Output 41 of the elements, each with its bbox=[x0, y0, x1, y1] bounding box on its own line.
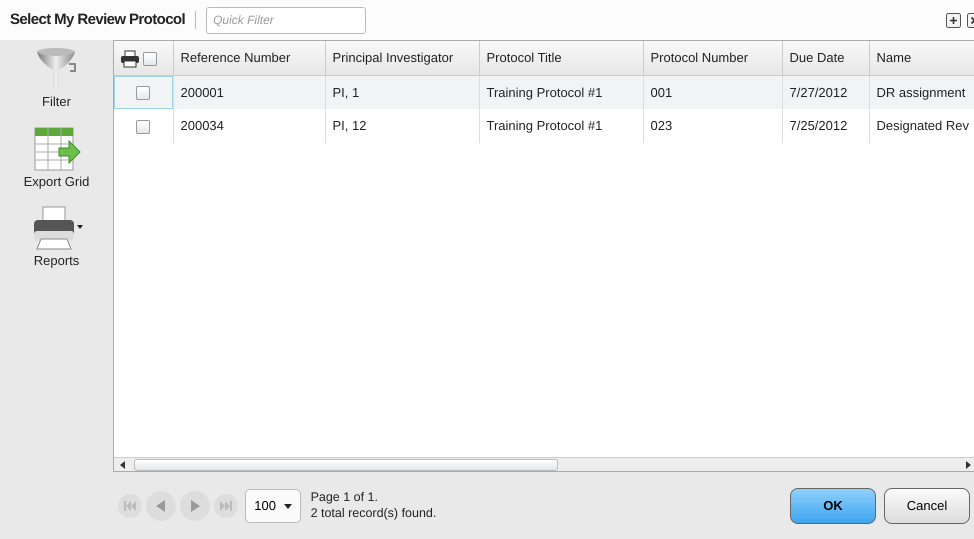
table-cell: 200001 bbox=[180, 84, 224, 100]
dialog-title: Select My Review Protocol bbox=[10, 10, 186, 30]
right-triangle-icon bbox=[188, 500, 202, 512]
page-size-select[interactable]: 100 bbox=[245, 488, 301, 522]
table-cell: 023 bbox=[650, 118, 672, 134]
print-icon[interactable] bbox=[120, 50, 140, 68]
scroll-right-icon[interactable] bbox=[966, 460, 972, 468]
page-info-text: Page 1 of 1. bbox=[310, 490, 379, 506]
skip-forward-icon bbox=[219, 500, 233, 512]
column-header[interactable]: Name bbox=[876, 50, 912, 65]
table-cell: 7/25/2012 bbox=[790, 118, 848, 133]
last-page-button[interactable] bbox=[214, 494, 238, 518]
quick-filter-field[interactable]: Quick Filter bbox=[206, 6, 366, 34]
row-checkbox[interactable] bbox=[136, 86, 150, 100]
table-cell: PI, 12 bbox=[332, 118, 366, 134]
toolbar-button[interactable]: Export Grid bbox=[24, 126, 90, 191]
toolbar-button[interactable]: Reports bbox=[30, 205, 82, 270]
table-cell: DR assignment bbox=[876, 84, 966, 100]
table-cell: 7/27/2012 bbox=[790, 84, 848, 100]
scroll-left-icon[interactable] bbox=[120, 460, 126, 468]
row-checkbox[interactable] bbox=[136, 120, 150, 134]
table-cell: Training Protocol #1 bbox=[486, 118, 602, 134]
table-cell: 001 bbox=[650, 84, 672, 100]
previous-page-button[interactable] bbox=[146, 490, 176, 520]
maximize-icon[interactable] bbox=[946, 12, 960, 28]
next-page-button[interactable] bbox=[180, 490, 210, 520]
scrollbar-thumb[interactable] bbox=[134, 458, 558, 470]
record-count-text: 2 total record(s) found. bbox=[310, 506, 436, 522]
dialog-button[interactable]: OK bbox=[790, 488, 876, 524]
table-cell: Designated Rev bbox=[876, 118, 969, 134]
caret-icon bbox=[284, 504, 292, 509]
first-page-button[interactable] bbox=[118, 494, 142, 518]
table-cell: PI, 1 bbox=[332, 84, 360, 100]
table-cell: Training Protocol #1 bbox=[486, 84, 602, 100]
select-all-checkbox[interactable] bbox=[143, 52, 158, 66]
spreadsheet-arrow-icon bbox=[32, 126, 80, 172]
table-cell: 200034 bbox=[180, 118, 224, 134]
dialog-button[interactable]: Cancel bbox=[884, 488, 970, 524]
left-triangle-icon bbox=[154, 500, 168, 512]
skip-back-icon bbox=[123, 500, 137, 512]
toolbar-button[interactable]: Filter bbox=[34, 46, 80, 112]
